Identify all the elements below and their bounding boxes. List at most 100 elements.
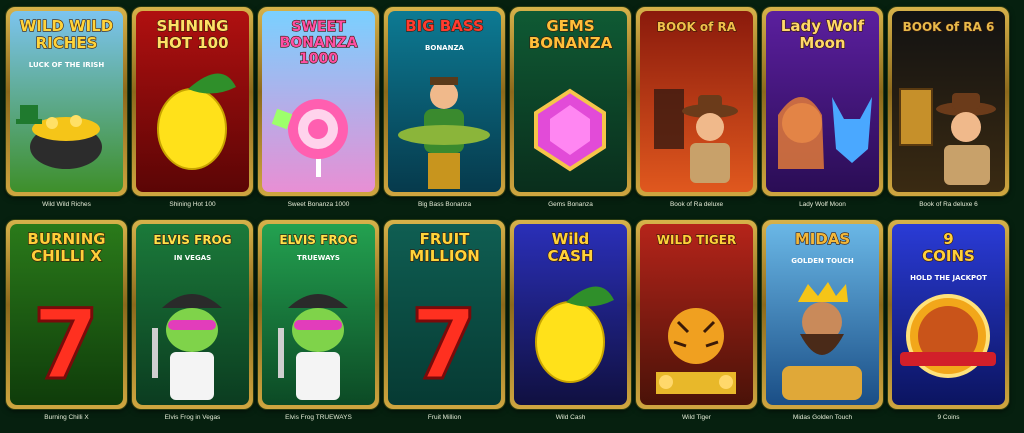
- game-card-frame[interactable]: 7 BURNING CHILLI X: [6, 220, 127, 409]
- game-title[interactable]: Book of Ra deluxe 6: [882, 200, 1015, 209]
- coin-icon: 9COINS HOLD THE JACKPOT: [892, 224, 1005, 405]
- game-card-frame[interactable]: WILD TIGER: [636, 220, 757, 409]
- game-thumbnail[interactable]: Lady Wolf Moon: [766, 11, 879, 192]
- lemon-icon: SHININGHOT 100: [136, 11, 249, 192]
- game-title[interactable]: Wild Tiger: [630, 413, 763, 422]
- game-logo-text: SHINING: [157, 17, 229, 35]
- game-logo-text: MIDAS: [795, 230, 850, 248]
- game-title[interactable]: 9 Coins: [882, 413, 1015, 422]
- game-thumbnail[interactable]: 9 COINS HOLD THE JACKPOT: [892, 224, 1005, 405]
- game-logo-text: ELVIS FROG: [153, 233, 231, 247]
- game-logo-text: ELVIS FROG: [279, 233, 357, 247]
- game-logo-subtitle: GOLDEN TOUCH: [791, 257, 854, 265]
- game-card-frame[interactable]: GEMS BONANZA: [510, 7, 631, 196]
- game-logo-text: COINS: [922, 247, 975, 265]
- game-logo-text: 1000: [299, 51, 338, 67]
- game-card-frame[interactable]: SWEET BONANZA 1000: [258, 7, 379, 196]
- game-logo-text: GEMS: [546, 17, 594, 35]
- game-logo-text: WILD TIGER: [657, 233, 736, 247]
- game-card-frame[interactable]: MIDAS GOLDEN TOUCH: [762, 220, 883, 409]
- game-logo-text: SWEET: [291, 19, 346, 35]
- tiger-icon: WILD TIGER: [640, 224, 753, 405]
- game-thumbnail[interactable]: BIG BASS BONANZA: [388, 11, 501, 192]
- game-title[interactable]: Elvis Frog TRUEWAYS: [252, 413, 385, 422]
- game-logo-text: BOOK of RA 6: [903, 20, 995, 34]
- wolf-icon: Lady WolfMoon: [766, 11, 879, 192]
- seven-icon: 7 FRUITMILLION: [388, 224, 501, 405]
- game-logo-subtitle: HOLD THE JACKPOT: [910, 274, 987, 282]
- game-thumbnail[interactable]: ELVIS FROG IN VEGAS: [136, 224, 249, 405]
- frog-icon: ELVIS FROG TRUEWAYS: [262, 224, 375, 405]
- game-logo-text: RICHES: [36, 34, 98, 52]
- game-thumbnail[interactable]: BOOK of RA 6: [892, 11, 1005, 192]
- seven-icon: 7 BURNINGCHILLI X: [10, 224, 123, 405]
- game-logo-text: BOOK of RA: [657, 20, 737, 34]
- game-thumbnail[interactable]: ELVIS FROG TRUEWAYS: [262, 224, 375, 405]
- game-logo-subtitle: TRUEWAYS: [297, 254, 340, 262]
- game-thumbnail[interactable]: MIDAS GOLDEN TOUCH: [766, 224, 879, 405]
- fisherman-icon: BIG BASS BONANZA: [388, 11, 501, 192]
- game-logo-text: Moon: [799, 34, 845, 52]
- game-card-frame[interactable]: BIG BASS BONANZA: [384, 7, 505, 196]
- game-card-frame[interactable]: 7 FRUIT MILLION: [384, 220, 505, 409]
- game-logo-text: BONANZA: [529, 34, 613, 52]
- gem-icon: GEMSBONANZA: [514, 11, 627, 192]
- game-logo-subtitle: IN VEGAS: [174, 254, 211, 262]
- game-card-frame[interactable]: ELVIS FROG TRUEWAYS: [258, 220, 379, 409]
- game-thumbnail[interactable]: WILD TIGER: [640, 224, 753, 405]
- game-card-frame[interactable]: SHINING HOT 100: [132, 7, 253, 196]
- svg-text:7: 7: [33, 289, 100, 401]
- game-thumbnail[interactable]: SHINING HOT 100: [136, 11, 249, 192]
- game-logo-text: CHILLI X: [31, 247, 102, 265]
- game-logo-text: MILLION: [409, 247, 480, 265]
- frog-icon: ELVIS FROG IN VEGAS: [136, 224, 249, 405]
- game-logo-text: FRUIT: [420, 230, 471, 248]
- game-thumbnail[interactable]: Wild CASH: [514, 224, 627, 405]
- game-logo-text: CASH: [548, 247, 594, 265]
- game-title[interactable]: Fruit Million: [378, 413, 511, 422]
- game-card-frame[interactable]: Wild CASH: [510, 220, 631, 409]
- game-title[interactable]: Big Bass Bonanza: [378, 200, 511, 209]
- svg-text:7: 7: [411, 289, 478, 401]
- explorer-icon: BOOK of RA: [640, 11, 753, 192]
- game-title[interactable]: Wild Wild Riches: [0, 200, 133, 209]
- game-card-frame[interactable]: ELVIS FROG IN VEGAS: [132, 220, 253, 409]
- game-title[interactable]: Burning Chilli X: [0, 413, 133, 422]
- game-thumbnail[interactable]: WILD WILD RICHES LUCK OF THE IRISH: [10, 11, 123, 192]
- game-logo-text: 9: [943, 230, 953, 248]
- game-title[interactable]: Wild Cash: [504, 413, 637, 422]
- game-logo-text: Wild: [552, 230, 590, 248]
- game-card-frame[interactable]: Lady Wolf Moon: [762, 7, 883, 196]
- game-illustration: 7: [31, 288, 101, 403]
- game-title[interactable]: Book of Ra deluxe: [630, 200, 763, 209]
- game-title[interactable]: Elvis Frog in Vegas: [126, 413, 259, 422]
- game-logo-text: BIG BASS: [405, 17, 484, 35]
- game-grid: WILD WILD RICHES LUCK OF THE IRISH Wild Wil…: [0, 0, 1024, 433]
- game-thumbnail[interactable]: GEMS BONANZA: [514, 11, 627, 192]
- king-icon: MIDAS GOLDEN TOUCH: [766, 224, 879, 405]
- game-logo-text: BONANZA: [280, 35, 358, 51]
- game-card-frame[interactable]: BOOK of RA: [636, 7, 757, 196]
- game-thumbnail[interactable]: 7 FRUIT MILLION: [388, 224, 501, 405]
- game-thumbnail[interactable]: BOOK of RA: [640, 11, 753, 192]
- game-illustration: 7: [409, 288, 479, 403]
- lollipop-icon: SWEETBONANZA1000: [262, 11, 375, 192]
- game-title[interactable]: Shining Hot 100: [126, 200, 259, 209]
- game-title[interactable]: Gems Bonanza: [504, 200, 637, 209]
- game-card-frame[interactable]: WILD WILD RICHES LUCK OF THE IRISH: [6, 7, 127, 196]
- game-logo-subtitle: LUCK OF THE IRISH: [29, 61, 105, 69]
- game-logo-subtitle: BONANZA: [425, 44, 464, 52]
- game-title[interactable]: Midas Golden Touch: [756, 413, 889, 422]
- game-logo-text: WILD WILD: [20, 17, 114, 35]
- lemon-icon: WildCASH: [514, 224, 627, 405]
- game-title[interactable]: Sweet Bonanza 1000: [252, 200, 385, 209]
- game-card-frame[interactable]: BOOK of RA 6: [888, 7, 1009, 196]
- game-card-frame[interactable]: 9 COINS HOLD THE JACKPOT: [888, 220, 1009, 409]
- game-thumbnail[interactable]: 7 BURNING CHILLI X: [10, 224, 123, 405]
- game-logo-text: Lady Wolf: [781, 17, 865, 35]
- game-title[interactable]: Lady Wolf Moon: [756, 200, 889, 209]
- book-icon: BOOK of RA 6: [892, 11, 1005, 192]
- game-thumbnail[interactable]: SWEET BONANZA 1000: [262, 11, 375, 192]
- pot-of-gold-icon: WILD WILDRICHES LUCK OF THE IRISH: [10, 11, 123, 192]
- game-logo-text: HOT 100: [156, 34, 228, 52]
